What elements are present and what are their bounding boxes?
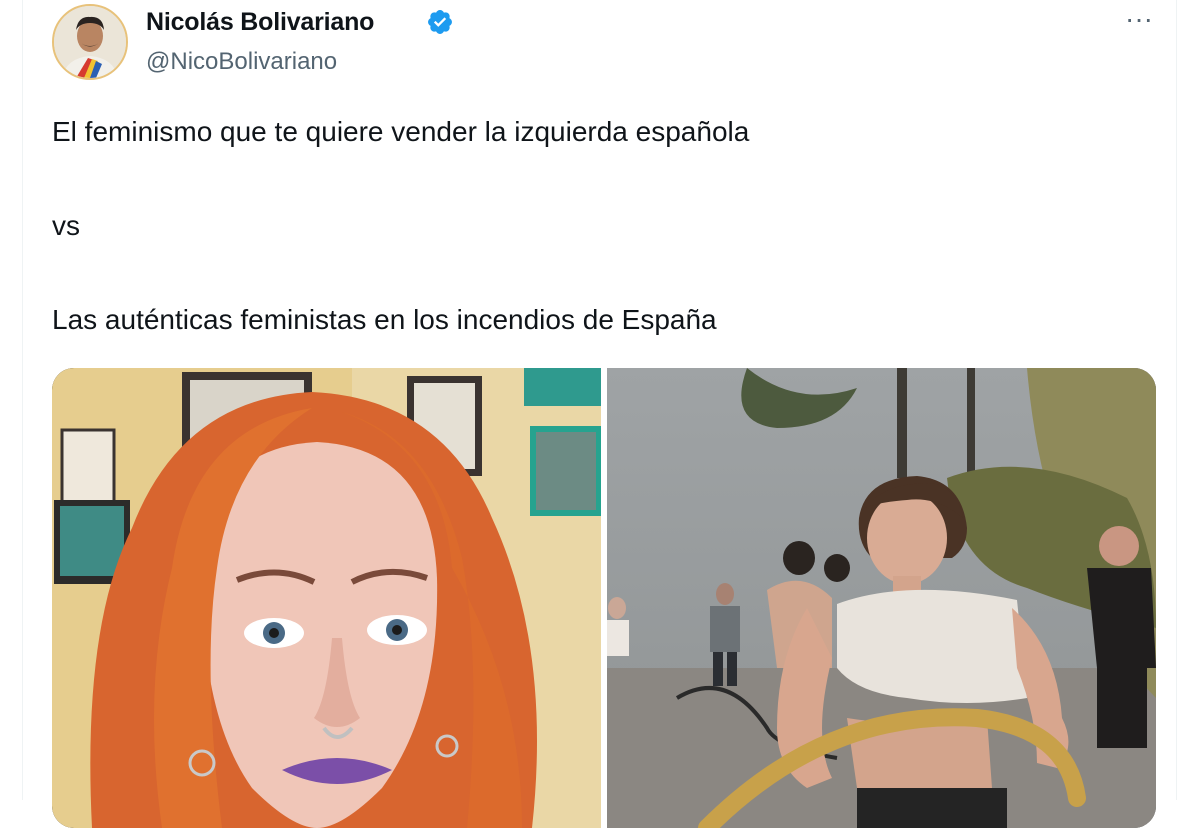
avatar-photo-icon (54, 6, 126, 78)
more-options-button[interactable]: ··· (1118, 4, 1160, 40)
tweet-text-line-1: El feminismo que te quiere vender la izq… (52, 116, 750, 147)
author-name[interactable]: Nicolás Bolivariano (146, 8, 374, 37)
tweet-media-grid (52, 368, 1156, 828)
more-options-icon: ··· (1125, 3, 1153, 34)
timeline-left-border (22, 0, 23, 800)
wildfire-photo-icon (607, 368, 1156, 828)
author-avatar[interactable] (52, 4, 128, 80)
verified-badge-icon (426, 8, 454, 36)
timeline-right-border (1176, 0, 1177, 800)
media-photo-2[interactable] (607, 368, 1156, 828)
tweet-text-line-3: Las auténticas feministas en los incendi… (52, 304, 717, 335)
selfie-photo-icon (52, 368, 601, 828)
author-handle[interactable]: @NicoBolivariano (146, 48, 337, 76)
tweet-text-line-2: vs (52, 210, 80, 241)
media-photo-1[interactable] (52, 368, 601, 828)
